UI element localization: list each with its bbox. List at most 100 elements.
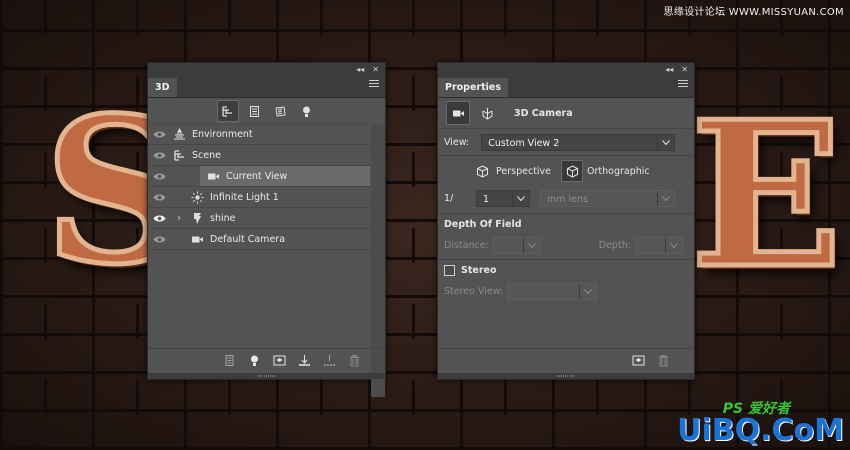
panel-3d: ◂◂ ✕ 3D Environment Scene Current View I… <box>147 62 386 397</box>
visibility-toggle[interactable] <box>148 214 170 223</box>
zoom-row: 1/ 1 mm lens <box>438 186 694 210</box>
collapse-icon[interactable]: ◂◂ <box>356 65 364 74</box>
camera-icon <box>207 173 219 179</box>
perspective-button[interactable] <box>472 161 492 181</box>
filter-toolbar <box>148 98 385 125</box>
environment-icon <box>173 127 185 139</box>
depth-field <box>634 236 683 254</box>
material-filter-icon <box>275 105 286 117</box>
visibility-toggle[interactable] <box>148 235 170 244</box>
chevron-down-icon <box>657 134 674 150</box>
eye-icon <box>153 236 165 242</box>
view-select-value: Custom View 2 <box>488 137 560 149</box>
stereo-label: Stereo <box>461 264 497 276</box>
zoom-value: 1 <box>483 193 490 205</box>
orthographic-cube-icon <box>566 164 578 178</box>
layer-row-infinite-light[interactable]: Infinite Light 1 <box>148 187 370 208</box>
panel-topbar: ◂◂ ✕ <box>438 63 694 75</box>
mesh-icon <box>193 212 201 224</box>
panel-menu-icon[interactable] <box>369 80 379 88</box>
tab-properties[interactable]: Properties <box>438 78 508 97</box>
material-filter-button[interactable] <box>271 101 291 121</box>
visibility-toggle[interactable] <box>148 151 170 160</box>
camera-icon <box>191 236 203 242</box>
layer-list: Environment Scene Current View Infinite … <box>148 124 370 250</box>
distance-label: Distance: <box>444 239 489 251</box>
trash-icon[interactable] <box>657 354 670 367</box>
mesh-filter-button[interactable] <box>245 101 265 121</box>
layer-row-environment[interactable]: Environment <box>148 124 370 145</box>
panel-tabbar: Properties <box>438 75 694 98</box>
drop-to-plane-icon[interactable] <box>298 354 311 367</box>
panel-bottom-toolbar <box>438 348 694 371</box>
camera-icon <box>452 110 464 116</box>
coordinates-button[interactable] <box>476 102 498 124</box>
watermark-text: 思缘设计论坛 WWW.MISSYUAN.COM <box>663 7 844 18</box>
panel-resize-grip[interactable] <box>148 373 385 379</box>
stereo-checkbox[interactable] <box>444 264 455 276</box>
trash-icon[interactable] <box>348 354 361 367</box>
visibility-toggle[interactable] <box>148 193 170 202</box>
watermark-site: UiBQ.CoM <box>677 413 844 448</box>
visibility-toggle[interactable] <box>148 172 170 181</box>
lens-select: mm lens <box>540 189 675 207</box>
zoom-select[interactable]: 1 <box>476 189 530 207</box>
panel-properties: ◂◂ ✕ Properties 3D Camera View: Custom V… <box>437 62 695 380</box>
mesh-filter-icon <box>250 105 259 117</box>
dof-title: Depth Of Field <box>444 218 522 230</box>
orthographic-button[interactable] <box>561 160 584 182</box>
layer-label: Infinite Light 1 <box>210 191 279 203</box>
chevron-down-icon <box>522 237 540 253</box>
stereo-view-label: Stereo View: <box>444 285 504 297</box>
layer-row-current-view[interactable]: Current View <box>148 166 370 187</box>
view-label: View: <box>444 136 470 148</box>
scene-filter-button[interactable] <box>216 100 239 122</box>
distance-field <box>492 236 541 254</box>
chevron-down-icon <box>657 190 674 206</box>
constraint-icon[interactable] <box>323 354 336 367</box>
eye-icon <box>153 131 165 137</box>
panel-menu-icon[interactable] <box>678 80 688 88</box>
coordinates-icon <box>482 107 492 120</box>
orthographic-label: Orthographic <box>587 165 650 177</box>
dof-title-row: Depth Of Field <box>438 214 694 234</box>
layer-row-default-camera[interactable]: Default Camera <box>148 229 370 250</box>
dof-row: Distance: Depth: <box>438 234 694 256</box>
visibility-toggle[interactable] <box>148 130 170 139</box>
selected-row-highlight: Current View <box>200 166 370 186</box>
projection-row: Perspective Orthographic <box>438 156 694 186</box>
expand-arrow-icon[interactable]: › <box>174 213 184 224</box>
layer-label: shine <box>210 212 236 224</box>
camera-properties-button[interactable] <box>446 101 470 125</box>
render-icon[interactable] <box>273 354 286 367</box>
add-light-icon[interactable] <box>248 354 261 367</box>
scene-icon <box>173 149 184 161</box>
canvas-letter-e: E <box>687 78 844 313</box>
new-mesh-icon[interactable] <box>223 354 236 367</box>
panel-bottom-toolbar <box>148 348 385 371</box>
close-icon[interactable]: ✕ <box>372 65 379 74</box>
zoom-prefix: 1/ <box>444 192 454 204</box>
render-icon[interactable] <box>632 354 645 367</box>
layer-row-shine[interactable]: › shine <box>148 208 370 229</box>
tab-3d[interactable]: 3D <box>148 78 177 97</box>
close-icon[interactable]: ✕ <box>681 65 688 74</box>
lens-placeholder: mm lens <box>547 193 588 205</box>
light-filter-button[interactable] <box>297 101 317 121</box>
eye-icon <box>153 173 165 179</box>
layer-label: Default Camera <box>210 233 286 245</box>
panel-tabbar: 3D <box>148 75 385 98</box>
chevron-down-icon <box>579 283 596 299</box>
layer-row-scene[interactable]: Scene <box>148 145 370 166</box>
layer-label: Environment <box>192 128 253 140</box>
chevron-down-icon <box>664 237 682 253</box>
stereo-view-select <box>507 282 598 300</box>
panel-topbar: ◂◂ ✕ <box>148 63 385 75</box>
scene-filter-icon <box>222 105 232 117</box>
depth-label: Depth: <box>598 239 631 251</box>
view-select[interactable]: Custom View 2 <box>481 133 676 151</box>
properties-title: 3D Camera <box>514 107 573 119</box>
panel-resize-grip[interactable] <box>438 373 694 379</box>
collapse-icon[interactable]: ◂◂ <box>665 65 673 74</box>
layer-label: Scene <box>192 149 221 161</box>
